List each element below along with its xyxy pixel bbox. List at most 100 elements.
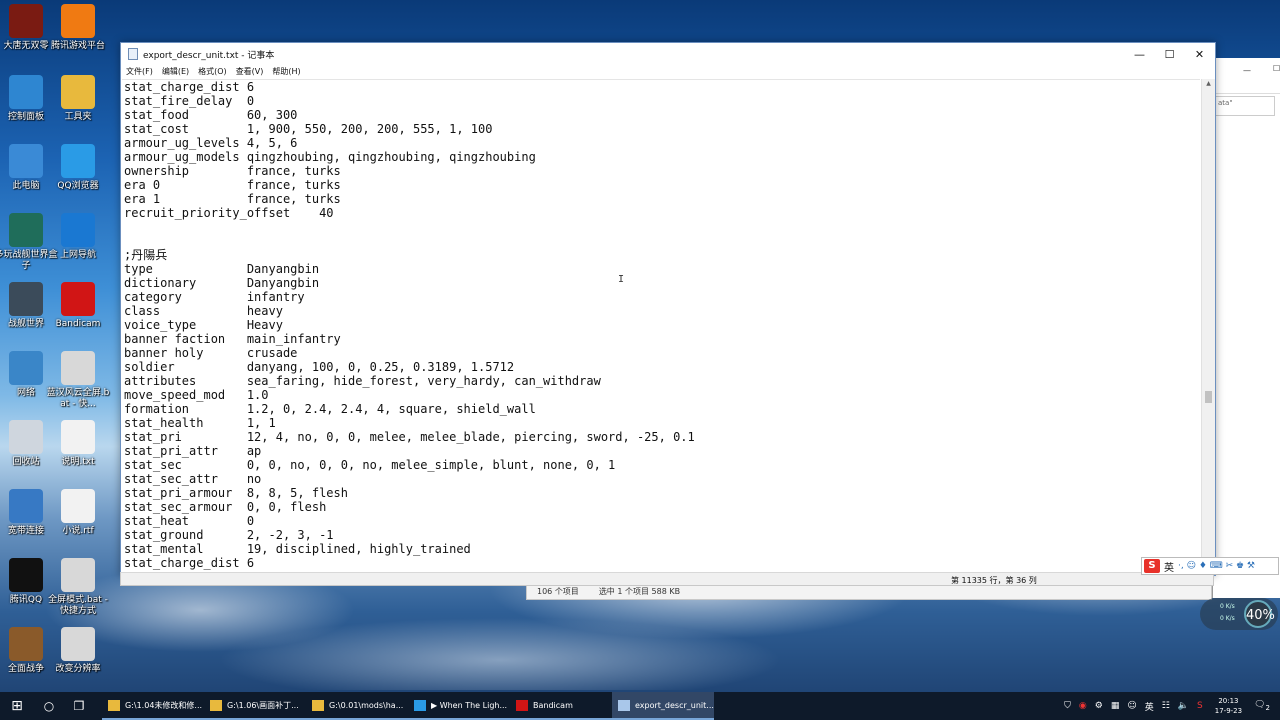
network-speed-widget[interactable]: 0 K/s 0 K/s 40% xyxy=(1200,598,1278,630)
qq-tray-icon[interactable]: ☺ xyxy=(1127,701,1136,711)
desktop-icon[interactable]: 蓝汉风云全屏.bat - 快... xyxy=(46,351,110,410)
background-window[interactable]: — ☐ ata" xyxy=(1212,58,1280,598)
notification-center-icon[interactable]: 🗨2 xyxy=(1254,700,1270,712)
text-editor[interactable]: stat_charge_dist 6 stat_fire_delay 0 stat_… xyxy=(122,79,1200,574)
system-tray: ⛉ ◉ ⚙ ▦ ☺ 英 ☷ 🔈 S 20:13 17-9-23 🗨2 xyxy=(1060,692,1280,720)
text-line: formation 1.2, 0, 2.4, 2.4, 4, square, s… xyxy=(124,402,536,416)
clock[interactable]: 20:13 17-9-23 xyxy=(1215,696,1242,716)
text-line: class heavy xyxy=(124,304,283,318)
task-label: ▶ When The Ligh... xyxy=(431,700,508,710)
shield-icon[interactable]: ⛉ xyxy=(1064,701,1071,711)
text-line: armour_ug_levels 4, 5, 6 xyxy=(124,136,298,150)
task-label: G:\1.04未修改和修... xyxy=(125,700,203,710)
task-label: Bandicam xyxy=(533,700,573,710)
desktop-icon[interactable]: 工具夹 xyxy=(46,75,110,123)
menu-format[interactable]: 格式(O) xyxy=(198,66,227,77)
tray-language[interactable]: 英 xyxy=(1145,700,1154,713)
scroll-up-icon[interactable]: ▲ xyxy=(1202,79,1215,89)
desktop-app-icon xyxy=(9,489,43,523)
desktop-icon[interactable]: 全屏模式.bat - 快捷方式 xyxy=(46,558,110,617)
desktop-app-icon xyxy=(61,75,95,109)
text-line: category infantry xyxy=(124,290,305,304)
text-line: voice_type Heavy xyxy=(124,318,283,332)
task-app-icon xyxy=(516,699,528,711)
cursor-position: 第 11335 行，第 36 列 xyxy=(951,576,1037,585)
network-tray-icon[interactable]: ▦ xyxy=(1111,701,1120,711)
desktop-icon[interactable]: Bandicam xyxy=(46,282,110,330)
taskbar-task[interactable]: G:\1.06\画面补丁... xyxy=(204,692,306,720)
desktop-icon-label: 小说.rtf xyxy=(62,526,94,536)
minimize-button[interactable]: — xyxy=(1124,43,1155,65)
close-button[interactable]: ✕ xyxy=(1184,43,1215,65)
network-icon[interactable]: ☷ xyxy=(1162,701,1170,711)
notepad-titlebar[interactable]: export_descr_unit.txt - 记事本 — ☐ ✕ xyxy=(121,43,1215,65)
text-line: stat_food 60, 300 xyxy=(124,108,298,122)
desktop-app-icon xyxy=(61,558,95,592)
desktop-icon[interactable]: 上网导航 xyxy=(46,213,110,261)
text-line: stat_cost 1, 900, 550, 200, 200, 555, 1,… xyxy=(124,122,493,136)
task-app-icon xyxy=(312,699,324,711)
text-line: stat_sec_armour 0, 0, flesh xyxy=(124,500,327,514)
taskbar-task[interactable]: export_descr_unit... xyxy=(612,692,714,720)
taskbar-task[interactable]: ▶ When The Ligh... xyxy=(408,692,510,720)
text-line: armour_ug_models qingzhoubing, qingzhoub… xyxy=(124,150,536,164)
task-app-icon xyxy=(210,699,222,711)
desktop-icon[interactable]: 小说.rtf xyxy=(46,489,110,537)
desktop-icon[interactable]: 改变分辨率 xyxy=(46,627,110,675)
desktop-icon[interactable]: QQ浏览器 xyxy=(46,144,110,192)
text-line: stat_heat 0 xyxy=(124,514,255,528)
desktop-app-icon xyxy=(61,489,95,523)
download-speed: 0 K/s xyxy=(1220,615,1235,622)
notepad-window[interactable]: export_descr_unit.txt - 记事本 — ☐ ✕ 文件(F) … xyxy=(120,42,1216,576)
text-line: stat_health 1, 1 xyxy=(124,416,276,430)
start-button[interactable]: ⊞ xyxy=(0,692,34,720)
taskbar-task[interactable]: G:\1.04未修改和修... xyxy=(102,692,204,720)
text-line: stat_fire_delay 0 xyxy=(124,94,255,108)
task-app-icon xyxy=(414,699,426,711)
taskbar-task[interactable]: G:\0.01\mods\ha... xyxy=(306,692,408,720)
back-window-field[interactable]: ata" xyxy=(1215,96,1275,116)
desktop-icon-label: QQ浏览器 xyxy=(57,181,99,191)
text-line: stat_pri_armour 8, 8, 5, flesh xyxy=(124,486,348,500)
text-line: stat_mental 19, disciplined, highly_trai… xyxy=(124,542,471,556)
maximize-button[interactable]: ☐ xyxy=(1154,43,1185,65)
ime-tools[interactable]: ·, ☺ ♦ ⌨ ✂ ♚ ⚒ xyxy=(1178,561,1255,571)
text-line: recruit_priority_offset 40 xyxy=(124,206,334,220)
ime-toolbar[interactable]: S 英 ·, ☺ ♦ ⌨ ✂ ♚ ⚒ xyxy=(1141,557,1279,575)
search-icon[interactable]: ○ xyxy=(34,692,64,720)
text-line: soldier danyang, 100, 0, 0.25, 0.3189, 1… xyxy=(124,360,515,374)
desktop-app-icon xyxy=(9,558,43,592)
desktop-icon[interactable]: 腾讯游戏平台 xyxy=(46,4,110,52)
bandicam-tray-icon[interactable]: ◉ xyxy=(1079,701,1087,711)
desktop-app-icon xyxy=(61,627,95,661)
desktop-icon-label: Bandicam xyxy=(55,319,101,329)
desktop-app-icon xyxy=(61,213,95,247)
menu-file[interactable]: 文件(F) xyxy=(126,66,153,77)
desktop-icon[interactable]: 说明.txt xyxy=(46,420,110,468)
taskbar-tasks: G:\1.04未修改和修... G:\1.06\画面补丁... G:\0.01\mo… xyxy=(102,692,714,720)
explorer-selection-info: 选中 1 个项目 588 KB xyxy=(598,587,681,596)
desktop-icon-label: 全屏模式.bat - 快捷方式 xyxy=(48,595,108,616)
back-window-minimize-icon[interactable]: — xyxy=(1243,66,1251,75)
back-window-maximize-icon[interactable]: ☐ xyxy=(1273,64,1280,73)
desktop-app-icon xyxy=(9,75,43,109)
desktop-app-icon xyxy=(61,282,95,316)
sogou-tray-icon[interactable]: S xyxy=(1197,701,1203,711)
task-view-icon[interactable]: ❐ xyxy=(64,692,94,720)
desktop-app-icon xyxy=(9,213,43,247)
menu-help[interactable]: 帮助(H) xyxy=(272,66,300,77)
text-line xyxy=(122,220,1200,234)
vertical-scrollbar[interactable]: ▲ ▼ xyxy=(1201,79,1215,573)
speed-readout: 0 K/s 0 K/s xyxy=(1220,601,1235,625)
desktop-app-icon xyxy=(9,4,43,38)
sogou-ime-icon[interactable]: S xyxy=(1144,559,1160,573)
settings-tray-icon[interactable]: ⚙ xyxy=(1095,701,1103,711)
text-line: stat_pri 12, 4, no, 0, 0, melee, melee_b… xyxy=(124,430,695,444)
menu-edit[interactable]: 编辑(E) xyxy=(162,66,189,77)
ime-language-toggle[interactable]: 英 xyxy=(1164,559,1174,574)
menu-view[interactable]: 查看(V) xyxy=(236,66,264,77)
scroll-thumb[interactable] xyxy=(1205,391,1212,403)
text-line: attributes sea_faring, hide_forest, very… xyxy=(124,374,601,388)
taskbar-task[interactable]: Bandicam xyxy=(510,692,612,720)
volume-icon[interactable]: 🔈 xyxy=(1178,701,1189,711)
